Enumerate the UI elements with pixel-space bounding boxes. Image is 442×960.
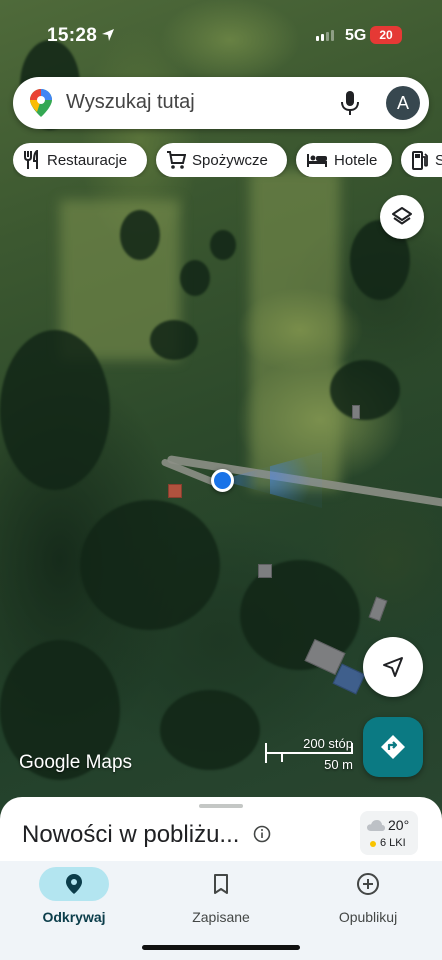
map-tree: [0, 330, 110, 490]
map-tree: [150, 320, 198, 360]
map-tree: [180, 260, 210, 296]
status-time: 15:28: [47, 25, 98, 46]
tab-label: Opublikuj: [338, 909, 398, 925]
active-pill: [39, 867, 109, 901]
scale-tick: [351, 743, 353, 753]
microphone-icon[interactable]: [340, 90, 360, 121]
scale-line: [265, 752, 353, 754]
chip-label: Spożywcze: [192, 151, 268, 169]
scale-meters: 50 m: [324, 757, 353, 772]
status-bar: 15:28 5G 20: [0, 0, 442, 70]
cellular-signal-icon: [316, 30, 334, 41]
bottom-sheet[interactable]: Nowości w pobliżu... 20° 6 LKI: [0, 797, 442, 867]
building-roof: [168, 484, 182, 498]
cloud-icon: [366, 819, 386, 835]
map-tree: [160, 690, 260, 770]
bed-icon: [307, 154, 327, 167]
map-tree: [330, 360, 400, 420]
chip-gas[interactable]: S: [401, 143, 442, 177]
logo-maps: Maps: [85, 752, 133, 773]
map-tree: [210, 230, 236, 260]
layers-icon: [392, 207, 412, 225]
map-tree: [120, 210, 160, 260]
chip-hotels[interactable]: Hotele: [296, 143, 392, 177]
cart-icon: [167, 151, 186, 169]
my-location-dot[interactable]: [211, 469, 234, 492]
map-tree: [80, 500, 220, 630]
weather-temperature: 20°: [388, 817, 410, 833]
navigation-arrow-icon: [383, 657, 403, 677]
scale-tick: [281, 752, 283, 762]
plus-circle-icon: [357, 873, 379, 895]
scale-feet: 200 stóp: [303, 736, 353, 751]
chip-label: Hotele: [334, 151, 378, 169]
tab-label: Zapisane: [192, 909, 250, 925]
sheet-title: Nowości w pobliżu...: [22, 821, 240, 848]
building-roof: [352, 405, 360, 419]
bookmark-icon: [214, 874, 228, 894]
building-roof: [258, 564, 272, 578]
search-input[interactable]: Wyszukaj tutaj: [66, 91, 195, 114]
location-arrow-icon: [101, 28, 115, 47]
gas-pump-icon: [412, 151, 428, 170]
network-type: 5G: [345, 27, 367, 44]
tab-label: Odkrywaj: [42, 909, 106, 925]
location-pin-icon: [66, 874, 82, 894]
chip-groceries[interactable]: Spożywcze: [156, 143, 287, 177]
scale-tick: [265, 743, 267, 763]
fork-knife-icon: [24, 150, 38, 169]
building-roof: [368, 596, 388, 622]
tab-saved[interactable]: Zapisane: [151, 867, 291, 925]
directions-button[interactable]: [363, 717, 423, 777]
air-quality-dot: [370, 841, 376, 847]
tab-explore[interactable]: Odkrywaj: [4, 867, 144, 925]
chip-label: S: [435, 151, 442, 169]
directions-icon: [381, 735, 405, 759]
weather-widget[interactable]: 20° 6 LKI: [360, 811, 418, 855]
tab-contribute[interactable]: Opublikuj: [298, 867, 438, 925]
my-location-button[interactable]: [363, 637, 423, 697]
layers-button[interactable]: [380, 195, 424, 239]
map-field: [250, 170, 340, 490]
avatar[interactable]: A: [386, 86, 420, 120]
search-bar[interactable]: Wyszukaj tutaj A: [13, 77, 429, 129]
battery-badge: 20: [370, 26, 402, 44]
air-quality-index: 6 LKI: [380, 837, 406, 849]
google-maps-logo: Google Maps: [19, 752, 132, 774]
logo-google: Google: [19, 752, 81, 773]
map-scale: 200 stóp 50 m: [263, 736, 355, 774]
category-chips: Restauracje Spożywcze Hotele S: [13, 143, 442, 177]
chip-label: Restauracje: [47, 151, 128, 169]
chip-restaurants[interactable]: Restauracje: [13, 143, 147, 177]
info-icon[interactable]: [253, 825, 271, 848]
sheet-drag-handle[interactable]: [199, 804, 243, 808]
home-indicator[interactable]: [142, 945, 300, 950]
google-maps-pin-icon: [30, 89, 52, 122]
